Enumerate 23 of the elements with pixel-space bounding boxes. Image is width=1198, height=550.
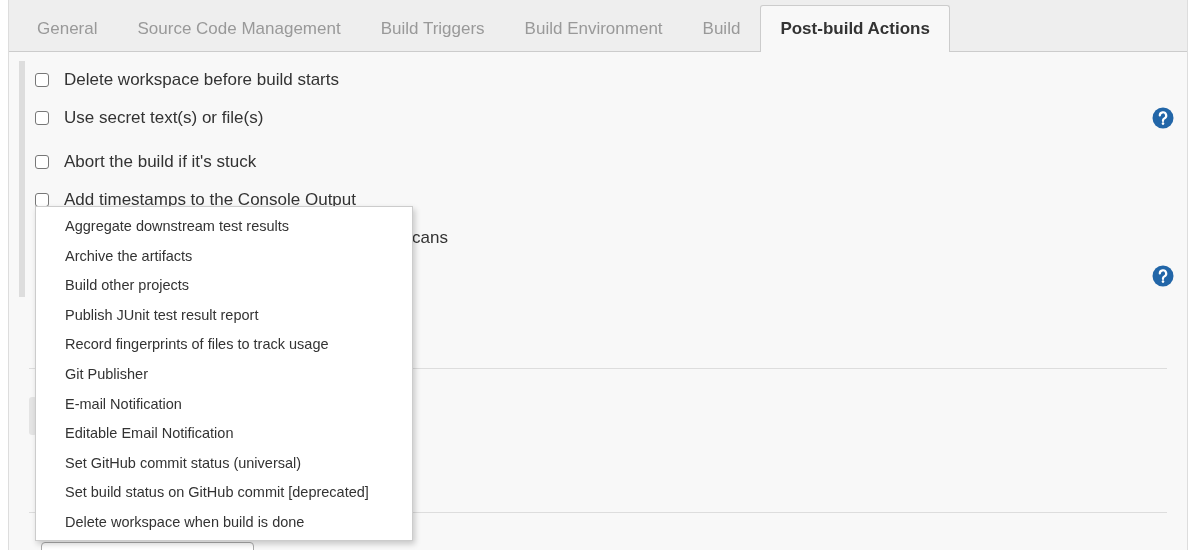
menu-item[interactable]: Git Publisher: [36, 359, 412, 390]
tab[interactable]: Post-build Actions: [760, 5, 950, 52]
checkbox-label: Abort the build if it's stuck: [64, 152, 257, 172]
menu-item[interactable]: Build other projects: [36, 271, 412, 301]
checkbox-label: Use secret text(s) or file(s): [64, 108, 264, 128]
menu-item[interactable]: Set GitHub commit status (universal): [36, 448, 412, 479]
menu-item[interactable]: Record fingerprints of files to track usage: [36, 330, 412, 360]
checkbox-label: Add timestamps to the Console Output: [64, 190, 356, 210]
help-icon[interactable]: [1152, 265, 1174, 287]
help-icon[interactable]: [1152, 107, 1174, 129]
menu-item[interactable]: Publish JUnit test result report: [36, 300, 412, 331]
checkbox[interactable]: [35, 193, 49, 207]
menu-item[interactable]: Editable Email Notification: [36, 419, 412, 449]
checkbox[interactable]: [35, 111, 49, 125]
checkbox-label: Delete workspace before build starts: [64, 70, 339, 90]
checkbox-label: cans: [412, 228, 448, 248]
menu-item[interactable]: Aggregate downstream test results: [36, 212, 412, 242]
menu-item[interactable]: Set build status on GitHub commit [deprecated]: [36, 478, 412, 508]
menu-item[interactable]: Delete workspace when build is done: [36, 507, 412, 538]
checkbox[interactable]: [35, 73, 49, 87]
menu-item[interactable]: Archive the artifacts: [36, 241, 412, 272]
checkbox[interactable]: [35, 155, 49, 169]
menu-item[interactable]: E-mail Notification: [36, 389, 412, 420]
